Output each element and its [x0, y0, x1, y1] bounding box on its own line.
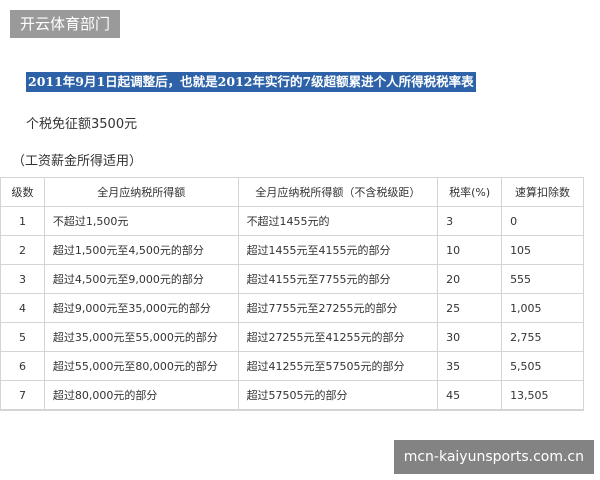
table-row: 1 不超过1,500元 不超过1455元的 3 0	[0, 206, 584, 236]
cell-level: 6	[0, 351, 45, 381]
cell-taxable-income-net: 超过4155元至7755元的部分	[237, 264, 439, 294]
cell-taxable-income: 超过1,500元至4,500元的部分	[43, 235, 239, 265]
cell-taxable-income: 超过35,000元至55,000元的部分	[43, 322, 239, 352]
cell-tax-rate: 35	[437, 351, 503, 381]
cell-quick-deduction: 13,505	[501, 380, 584, 410]
cell-quick-deduction: 5,505	[501, 351, 584, 381]
content-divider	[0, 410, 584, 411]
header-taxable-income-net: 全月应纳税所得额（不含税级距）	[237, 177, 439, 207]
cell-quick-deduction: 2,755	[501, 322, 584, 352]
table-row: 2 超过1,500元至4,500元的部分 超过1455元至4155元的部分 10…	[0, 235, 584, 265]
header-quick-deduction: 速算扣除数	[501, 177, 584, 207]
cell-tax-rate: 10	[437, 235, 503, 265]
cell-taxable-income-net: 超过27255元至41255元的部分	[237, 322, 439, 352]
cell-tax-rate: 45	[437, 380, 503, 410]
cell-taxable-income-net: 超过1455元至4155元的部分	[237, 235, 439, 265]
cell-tax-rate: 30	[437, 322, 503, 352]
cell-quick-deduction: 1,005	[501, 293, 584, 323]
cell-quick-deduction: 555	[501, 264, 584, 294]
header-taxable-income: 全月应纳税所得额	[43, 177, 239, 207]
table-row: 4 超过9,000元至35,000元的部分 超过7755元至27255元的部分 …	[0, 293, 584, 323]
watermark-url: mcn-kaiyunsports.com.cn	[393, 440, 594, 474]
cell-level: 4	[0, 293, 45, 323]
cell-tax-rate: 25	[437, 293, 503, 323]
cell-taxable-income-net: 超过41255元至57505元的部分	[237, 351, 439, 381]
table-header-row: 级数 全月应纳税所得额 全月应纳税所得额（不含税级距） 税率(%) 速算扣除数	[0, 177, 584, 207]
scope-text: （工资薪金所得适用）	[12, 154, 143, 169]
cell-quick-deduction: 0	[501, 206, 584, 236]
table-row: 6 超过55,000元至80,000元的部分 超过41255元至57505元的部…	[0, 351, 584, 381]
cell-taxable-income-net: 超过7755元至27255元的部分	[237, 293, 439, 323]
cell-taxable-income: 超过9,000元至35,000元的部分	[43, 293, 239, 323]
cell-taxable-income-net: 超过57505元的部分	[237, 380, 439, 410]
cell-level: 2	[0, 235, 45, 265]
cell-taxable-income: 超过4,500元至9,000元的部分	[43, 264, 239, 294]
header-tax-rate: 税率(%)	[437, 177, 503, 207]
cell-level: 7	[0, 380, 45, 410]
header-level: 级数	[0, 177, 45, 207]
cell-level: 1	[0, 206, 45, 236]
exemption-text: 个税免征额3500元	[26, 117, 138, 132]
cell-taxable-income: 超过55,000元至80,000元的部分	[43, 351, 239, 381]
table-row: 7 超过80,000元的部分 超过57505元的部分 45 13,505	[0, 380, 584, 410]
cell-tax-rate: 20	[437, 264, 503, 294]
cell-taxable-income-net: 不超过1455元的	[237, 206, 439, 236]
site-tag: 开云体育部门	[10, 10, 121, 38]
cell-level: 3	[0, 264, 45, 294]
cell-tax-rate: 3	[437, 206, 503, 236]
cell-quick-deduction: 105	[501, 235, 584, 265]
cell-taxable-income: 不超过1,500元	[43, 206, 239, 236]
table-row: 3 超过4,500元至9,000元的部分 超过4155元至7755元的部分 20…	[0, 264, 584, 294]
cell-level: 5	[0, 322, 45, 352]
page-title: 2011年9月1日起调整后，也就是2012年实行的7级超额累进个人所得税税率表	[26, 72, 476, 92]
table-row: 5 超过35,000元至55,000元的部分 超过27255元至41255元的部…	[0, 322, 584, 352]
tax-rate-table: 级数 全月应纳税所得额 全月应纳税所得额（不含税级距） 税率(%) 速算扣除数 …	[0, 177, 584, 410]
cell-taxable-income: 超过80,000元的部分	[43, 380, 239, 410]
